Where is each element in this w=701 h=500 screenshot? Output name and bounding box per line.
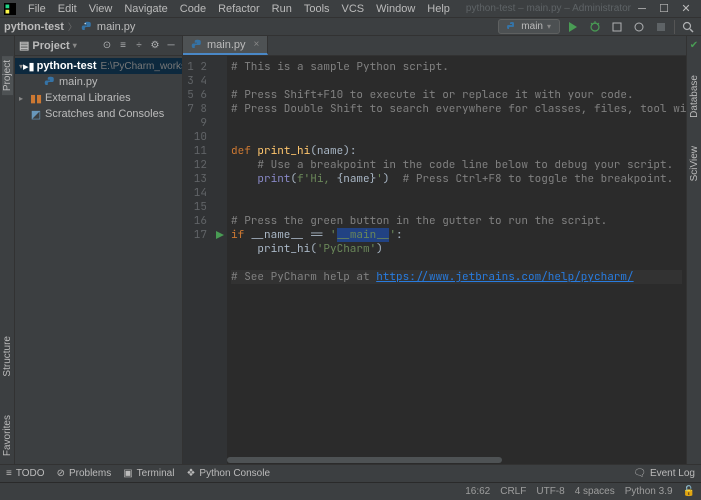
sciview-tool-tab[interactable]: SciView (689, 142, 700, 185)
indent-config[interactable]: 4 spaces (575, 486, 615, 497)
console-icon: ❖ (186, 468, 195, 479)
breadcrumb-project: python-test (4, 21, 64, 33)
tree-external-label: External Libraries (45, 92, 131, 104)
tree-file-name: main.py (59, 76, 98, 88)
profile-button[interactable] (630, 18, 648, 36)
gutter-icons (213, 56, 227, 464)
python-file-icon (191, 39, 203, 51)
editor-tabbar: main.py × (183, 36, 686, 56)
project-sidebar: ▤ Project ▾ ⊙ ≡ ÷ ⚙ ─ ▾ ▸▮ python-test E… (15, 36, 183, 464)
app-logo (4, 3, 16, 15)
menu-file[interactable]: File (22, 3, 52, 15)
terminal-tab[interactable]: ▣Terminal (123, 468, 174, 479)
search-everywhere-button[interactable] (679, 18, 697, 36)
project-tree[interactable]: ▾ ▸▮ python-test E:\PyCharm_workspace\py… (15, 56, 182, 464)
breadcrumb-file-icon (81, 21, 93, 33)
chevron-right-icon: 〉 (68, 20, 77, 33)
folder-icon: ▸▮ (23, 59, 35, 73)
code-editor[interactable]: 1 2 3 4 5 6 7 8 9 10 11 12 13 14 15 16 1… (183, 56, 686, 464)
debug-button[interactable] (586, 18, 604, 36)
window-title: python-test – main.py – Administrator (466, 3, 631, 14)
todo-tab[interactable]: ≡TODO (6, 468, 45, 479)
caret-position[interactable]: 16:62 (465, 486, 490, 497)
tree-scratches-label: Scratches and Consoles (45, 108, 164, 120)
line-separator[interactable]: CRLF (500, 486, 526, 497)
menu-edit[interactable]: Edit (52, 3, 83, 15)
tree-project-path: E:\PyCharm_workspace\python-test (100, 61, 182, 72)
sidebar-header: ▤ Project ▾ ⊙ ≡ ÷ ⚙ ─ (15, 36, 182, 56)
menu-code[interactable]: Code (174, 3, 212, 15)
editor-tab[interactable]: main.py × (183, 36, 268, 55)
expand-arrow-icon[interactable]: ▸ (19, 94, 29, 103)
tree-external-libraries[interactable]: ▸ ▮▮ External Libraries (15, 90, 182, 106)
breadcrumb-file: main.py (97, 21, 136, 33)
todo-icon: ≡ (6, 468, 12, 479)
readonly-lock-icon[interactable]: 🔓 (683, 486, 695, 497)
run-config-name: main (521, 21, 543, 32)
editor-area: main.py × 1 2 3 4 5 6 7 8 9 10 11 12 13 … (183, 36, 686, 464)
python-console-tab[interactable]: ❖Python Console (186, 468, 270, 479)
event-log-icon: 🗨 (633, 468, 646, 479)
code-content[interactable]: # This is a sample Python script. # Pres… (227, 56, 686, 464)
menu-navigate[interactable]: Navigate (118, 3, 173, 15)
favorites-tool-tab[interactable]: Favorites (2, 411, 13, 460)
settings-button[interactable]: ⚙ (148, 39, 162, 53)
sidebar-title[interactable]: ▤ Project ▾ (19, 39, 77, 52)
menu-vcs[interactable]: VCS (336, 3, 371, 15)
hide-button[interactable]: ─ (164, 39, 178, 53)
chevron-down-icon: ▾ (73, 41, 77, 50)
navigation-bar: python-test 〉 main.py main ▾ (0, 18, 701, 36)
statusbar: 16:62 CRLF UTF-8 4 spaces Python 3.9 🔓 (0, 482, 701, 500)
collapse-all-button[interactable]: ÷ (132, 39, 146, 53)
maximize-button[interactable]: ☐ (653, 2, 675, 16)
expand-all-button[interactable]: ≡ (116, 39, 130, 53)
python-interpreter[interactable]: Python 3.9 (625, 486, 673, 497)
folder-icon: ▤ (19, 39, 29, 52)
menu-help[interactable]: Help (421, 3, 456, 15)
stop-button[interactable] (652, 18, 670, 36)
run-config-selector[interactable]: main ▾ (498, 19, 560, 34)
menu-refactor[interactable]: Refactor (212, 3, 266, 15)
run-button[interactable] (564, 18, 582, 36)
line-number-gutter: 1 2 3 4 5 6 7 8 9 10 11 12 13 14 15 16 1… (183, 56, 213, 464)
menu-view[interactable]: View (83, 3, 119, 15)
inspection-ok-icon[interactable]: ✔ (690, 40, 698, 51)
close-tab-button[interactable]: × (254, 39, 260, 50)
run-controls: main ▾ (498, 18, 697, 36)
bottom-toolbar: ≡TODO ⊘Problems ▣Terminal ❖Python Consol… (0, 464, 701, 482)
right-tool-stripe: ✔ Database SciView (686, 36, 701, 464)
close-button[interactable]: ✕ (675, 2, 697, 16)
event-log-tab[interactable]: 🗨Event Log (633, 468, 695, 479)
python-file-icon (43, 75, 57, 89)
left-tool-stripe: Project Structure Favorites (0, 36, 15, 464)
breadcrumb[interactable]: python-test 〉 main.py (4, 20, 135, 33)
run-coverage-button[interactable] (608, 18, 626, 36)
tree-project-root[interactable]: ▾ ▸▮ python-test E:\PyCharm_workspace\py… (15, 58, 182, 74)
scrollbar-thumb[interactable] (227, 457, 502, 463)
file-encoding[interactable]: UTF-8 (536, 486, 564, 497)
menu-window[interactable]: Window (370, 3, 421, 15)
terminal-icon: ▣ (123, 468, 132, 479)
tree-scratches[interactable]: ◩ Scratches and Consoles (15, 106, 182, 122)
main-area: Project Structure Favorites ▤ Project ▾ … (0, 36, 701, 464)
minimize-button[interactable]: ─ (631, 2, 653, 16)
menu-tools[interactable]: Tools (298, 3, 336, 15)
chevron-down-icon: ▾ (547, 22, 551, 31)
horizontal-scrollbar[interactable] (227, 456, 686, 464)
project-tool-tab[interactable]: Project (2, 56, 13, 95)
select-opened-file-button[interactable]: ⊙ (100, 39, 114, 53)
problems-icon: ⊘ (57, 468, 65, 479)
menu-run[interactable]: Run (266, 3, 298, 15)
database-tool-tab[interactable]: Database (689, 71, 700, 122)
library-icon: ▮▮ (29, 91, 43, 105)
structure-tool-tab[interactable]: Structure (2, 332, 13, 381)
tree-file[interactable]: main.py (15, 74, 182, 90)
editor-tab-label: main.py (207, 39, 246, 51)
scratches-icon: ◩ (29, 107, 43, 121)
problems-tab[interactable]: ⊘Problems (57, 468, 112, 479)
titlebar: File Edit View Navigate Code Refactor Ru… (0, 0, 701, 18)
tree-project-name: python-test (37, 60, 97, 72)
